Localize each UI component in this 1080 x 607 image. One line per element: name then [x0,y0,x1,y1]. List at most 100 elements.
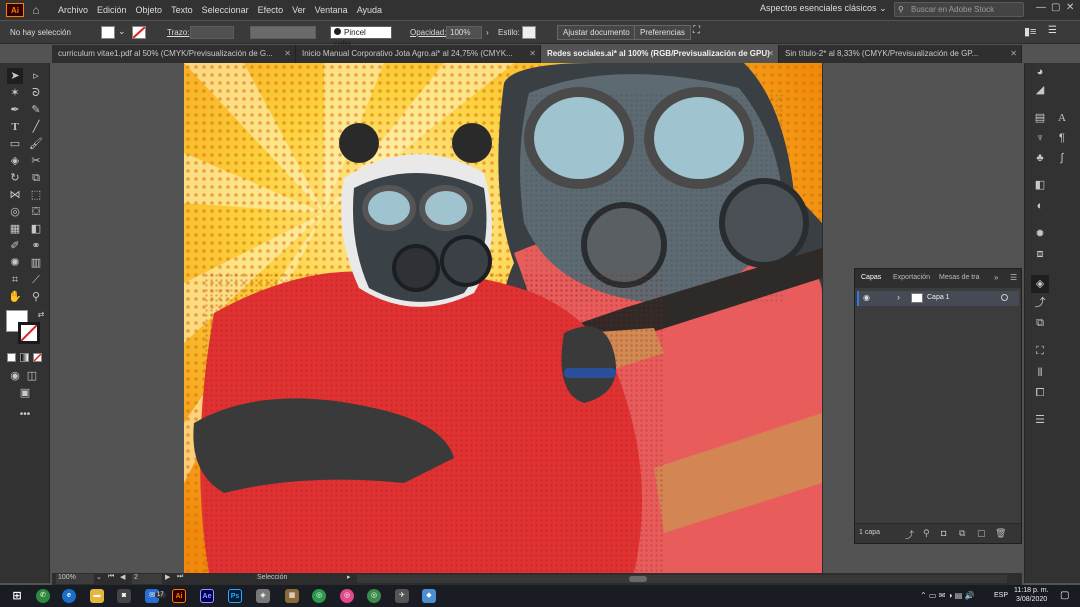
menu-texto[interactable]: Texto [171,5,193,15]
home-icon[interactable]: ⌂ [28,3,44,17]
layers-icon[interactable]: ◈ [1031,275,1049,293]
photoshop-icon[interactable]: Ps [228,589,242,603]
opentype-icon[interactable]: ∫ [1055,151,1069,165]
panel-menu-icon[interactable]: ☰ [1048,25,1057,36]
asset-export-icon[interactable]: ⤴ [1033,296,1047,310]
trash-icon[interactable]: 🗑 [995,528,1006,539]
artboard-tool-icon[interactable]: ⌗ [7,272,23,288]
close-tab-icon[interactable]: ✕ [1010,45,1017,63]
chevron-right-icon[interactable]: › [897,292,900,302]
draw-mode-icon[interactable]: ◉ [7,368,23,384]
app-icon[interactable]: ◆ [422,589,436,603]
chevron-right-icon[interactable]: ▸ [347,573,351,581]
mesh-tool-icon[interactable]: ▦ [7,221,23,237]
tab-manual-corporativo[interactable]: Inicio Manual Corporativo Jota Agro.ai* … [296,45,541,63]
stroke-weight-field[interactable] [190,26,234,39]
app-icon[interactable]: ✈ [395,589,409,603]
close-tab-icon[interactable]: ✕ [529,45,536,63]
live-paint-tool-icon[interactable]: ⛋ [28,204,44,220]
clock-time[interactable]: 11:18 p. m. [1014,587,1049,594]
menu-efecto[interactable]: Efecto [258,5,284,15]
minimize-icon[interactable]: — [1036,2,1046,13]
tab-sin-titulo[interactable]: Sin título-2* al 8,33% (CMYK/Previsualiz… [779,45,1022,63]
transform-icon[interactable]: ⛶ [693,25,700,36]
color-guide-icon[interactable]: ◢ [1033,83,1047,97]
locate-object-icon[interactable]: ⚲ [923,528,930,539]
free-transform-tool-icon[interactable]: ⬚ [28,187,44,203]
hand-tool-icon[interactable]: ✋ [7,289,23,305]
horizontal-scrollbar[interactable] [357,575,1007,583]
export-icon[interactable]: ⤴ [905,528,914,541]
illustrator-icon[interactable]: Ai [172,589,186,603]
direct-selection-tool-icon[interactable]: ▹ [28,68,44,84]
menu-archivo[interactable]: Archivo [58,5,88,15]
eraser-tool-icon[interactable]: ◈ [7,153,23,169]
menu-ventana[interactable]: Ventana [315,5,348,15]
align-panel-icon[interactable]: ⫴ [1033,366,1047,380]
menu-ayuda[interactable]: Ayuda [357,5,382,15]
artboard[interactable] [184,63,822,573]
pen-tool-icon[interactable]: ✒ [7,102,23,118]
menu-edicion[interactable]: Edición [97,5,127,15]
maximize-icon[interactable]: ▢ [1051,2,1060,13]
windows-start-icon[interactable]: ⊞ [10,589,24,603]
panel-menu-icon[interactable]: ☰ [1010,273,1017,282]
tab-redes-sociales[interactable]: Redes sociales.ai* al 100% (RGB/Previsua… [541,45,779,63]
rectangle-tool-icon[interactable]: ▭ [7,136,23,152]
scale-tool-icon[interactable]: ⧉ [28,170,44,186]
style-swatch[interactable] [522,26,536,39]
gradient-mode-icon[interactable] [20,353,29,362]
menu-ver[interactable]: Ver [292,5,306,15]
stock-search-input[interactable]: ⚲ Buscar en Adobe Stock [894,2,1024,17]
tab-capas[interactable]: Capas [861,274,881,281]
line-tool-icon[interactable]: ╱ [28,119,44,135]
graphic-styles-icon[interactable]: ⧈ [1033,247,1047,261]
chevron-down-icon[interactable]: ⌄ [118,26,126,37]
file-explorer-icon[interactable]: ▬ [90,589,104,603]
type-tool-icon[interactable]: T [7,119,23,135]
clipping-mask-icon[interactable]: ◘ [941,528,946,538]
variable-width-profile[interactable] [250,26,316,39]
tray-icons[interactable]: ⌃ ▭ ✉ ◑ ▤ 🔊 [920,591,974,600]
symbol-sprayer-tool-icon[interactable]: ✺ [7,255,23,271]
eye-icon[interactable]: ◉ [863,293,870,302]
arrange-docs-icon[interactable]: ▮≡ [1024,25,1036,38]
close-tab-icon[interactable]: ✕ [767,45,774,63]
clock-date[interactable]: 3/08/2020 [1016,596,1047,603]
opacity-field[interactable]: 100% [446,26,482,39]
blend-tool-icon[interactable]: ⚭ [28,238,44,254]
selection-tool-icon[interactable]: ➤ [7,68,23,84]
shape-builder-tool-icon[interactable]: ◎ [7,204,23,220]
draw-inside-icon[interactable]: ◫ [24,368,40,384]
layer-name[interactable]: Capa 1 [927,294,950,301]
app-icon[interactable]: ◈ [256,589,270,603]
app-icon[interactable]: ▦ [285,589,299,603]
close-tab-icon[interactable]: ✕ [284,45,291,63]
chrome-profile-icon[interactable]: ◎ [340,589,354,603]
store-icon[interactable]: ◙ [117,589,131,603]
close-icon[interactable]: ✕ [1066,2,1074,13]
expand-panel-icon[interactable]: » [994,273,998,282]
swap-colors-icon[interactable]: ⇄ [33,307,49,323]
tab-curriculum[interactable]: curriculum vitae1.pdf al 50% (CMYK/Previ… [52,45,296,63]
transparency-icon[interactable]: ◐ [1033,199,1047,213]
artboards-icon[interactable]: ⧉ [1033,316,1047,330]
whatsapp-icon[interactable]: ✆ [36,589,50,603]
document-setup-button[interactable]: Ajustar documento [557,25,636,40]
menu-objeto[interactable]: Objeto [136,5,163,15]
stroke-color-box[interactable] [18,322,40,344]
screen-mode-icon[interactable]: ▣ [17,385,33,401]
previous-artboard-icon[interactable]: ◀ [120,573,125,581]
slice-tool-icon[interactable]: ⟋ [28,272,44,288]
curvature-tool-icon[interactable]: ✎ [28,102,44,118]
brush-definition[interactable]: Pincel calig... [330,26,392,48]
tab-exportacion[interactable]: Exportación [893,274,930,281]
paragraph-panel-icon[interactable]: ¶ [1055,131,1069,145]
swatches-icon[interactable]: ♣ [1033,151,1047,165]
target-icon[interactable] [1001,294,1008,301]
chrome-profile-icon[interactable]: ◎ [367,589,381,603]
column-graph-tool-icon[interactable]: ▥ [28,255,44,271]
none-mode-icon[interactable] [33,353,42,362]
menu-seleccionar[interactable]: Seleccionar [202,5,249,15]
width-tool-icon[interactable]: ⋈ [7,187,23,203]
